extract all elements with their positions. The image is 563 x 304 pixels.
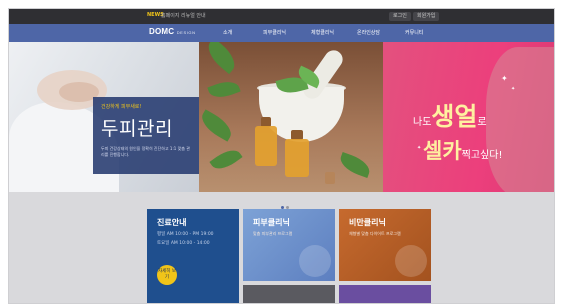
sparkle-icon: ✦ (511, 86, 516, 92)
hero-headline-line2: 셀카찍고싶다! (423, 135, 502, 165)
hero-slider[interactable]: 건강하게 피부새로! 두피관리 두피 건강상태의 원인을 정확히 진단하고 1:… (9, 42, 554, 192)
nav-item-community[interactable]: 커뮤니티 (405, 29, 423, 36)
oil-bottle (285, 139, 309, 177)
headline-emphasis: 생얼 (431, 102, 478, 131)
headline-post: 로 (477, 117, 487, 128)
hero-caption-desc: 두피 건강상태의 원인을 정확히 진단하고 1:1 맞춤 관리를 진행합니다. (101, 146, 190, 157)
hours-more-button[interactable]: 자세히 보기 (157, 265, 177, 285)
hours-card: 진료안내 평일 AM 10:00 - PM 19:00 토요일 AM 10:00… (147, 209, 239, 303)
nav-item-body[interactable]: 체형클리닉 (311, 29, 334, 36)
nav-item-intro[interactable]: 소개 (223, 29, 232, 36)
top-bar: NEWS 홈페이지 리뉴얼 안내 로그인 회원가입 (9, 9, 554, 24)
leaf-shape (209, 144, 243, 175)
headline-emphasis-2: 셀카 (423, 139, 462, 163)
nav-item-skin[interactable]: 피부클리닉 (263, 29, 286, 36)
leaf-shape (207, 77, 241, 102)
leaf-shape (337, 152, 373, 178)
obesity-card-title: 비만클리닉 (349, 218, 386, 227)
leaf-shape (202, 42, 241, 75)
hours-title: 진료안내 (157, 218, 187, 227)
login-button[interactable]: 로그인 (389, 12, 411, 21)
hero-panel-scalp[interactable]: 건강하게 피부새로! 두피관리 두피 건강상태의 원인을 정확히 진단하고 1:… (9, 42, 199, 192)
leaf-shape (199, 109, 236, 142)
card-photo (299, 245, 331, 277)
hours-saturday: 토요일 AM 10:00 - 14:00 (157, 241, 210, 246)
news-ticker-text[interactable]: 홈페이지 리뉴얼 안내 (161, 12, 206, 19)
hero-panel-herbal[interactable] (199, 42, 383, 192)
hero-caption-title: 두피관리 (101, 118, 173, 140)
sparkle-icon: ✦ (501, 74, 508, 83)
logo-subtext: DESIGN (176, 30, 196, 35)
hero-photo-portrait (486, 47, 554, 192)
main-nav: DOMC DESIGN 소개 피부클리닉 체형클리닉 온라인상담 커뮤니티 (9, 24, 554, 42)
skin-card-sub: 맞춤 피부관리 프로그램 (253, 231, 293, 236)
skin-card-title: 피부클리닉 (253, 218, 290, 227)
join-button[interactable]: 회원가입 (413, 12, 440, 21)
headline-post-2: 찍고싶다! (461, 150, 503, 161)
nav-item-consult[interactable]: 온라인상담 (357, 29, 380, 36)
hero-caption-box: 건강하게 피부새로! 두피관리 두피 건강상태의 원인을 정확히 진단하고 1:… (93, 97, 199, 174)
skin-clinic-card[interactable]: 피부클리닉 맞춤 피부관리 프로그램 (243, 209, 335, 281)
bottom-card-a[interactable] (243, 285, 335, 303)
small-jar (325, 172, 335, 184)
bottom-card-b[interactable] (339, 285, 431, 303)
oil-bottle (255, 126, 277, 166)
hero-caption-small: 건강하게 피부새로! (101, 104, 142, 110)
obesity-clinic-card[interactable]: 비만클리닉 체형별 맞춤 다이어트 프로그램 (339, 209, 431, 281)
page-frame: NEWS 홈페이지 리뉴얼 안내 로그인 회원가입 DOMC DESIGN 소개… (8, 8, 555, 304)
sparkle-icon: ✦ (417, 145, 422, 151)
hero-headline-line1: 나도생얼로 (413, 97, 487, 133)
card-photo (395, 245, 427, 277)
logo-text: DOMC (149, 27, 175, 36)
obesity-card-sub: 체형별 맞춤 다이어트 프로그램 (349, 231, 401, 236)
headline-pre: 나도 (413, 117, 432, 128)
slider-pagination (281, 194, 293, 209)
site-logo[interactable]: DOMC DESIGN (149, 27, 196, 36)
hours-weekday: 평일 AM 10:00 - PM 19:00 (157, 232, 214, 237)
hero-panel-selfie[interactable]: ✦ ✦ ✦ 나도생얼로 셀카찍고싶다! (383, 42, 554, 192)
